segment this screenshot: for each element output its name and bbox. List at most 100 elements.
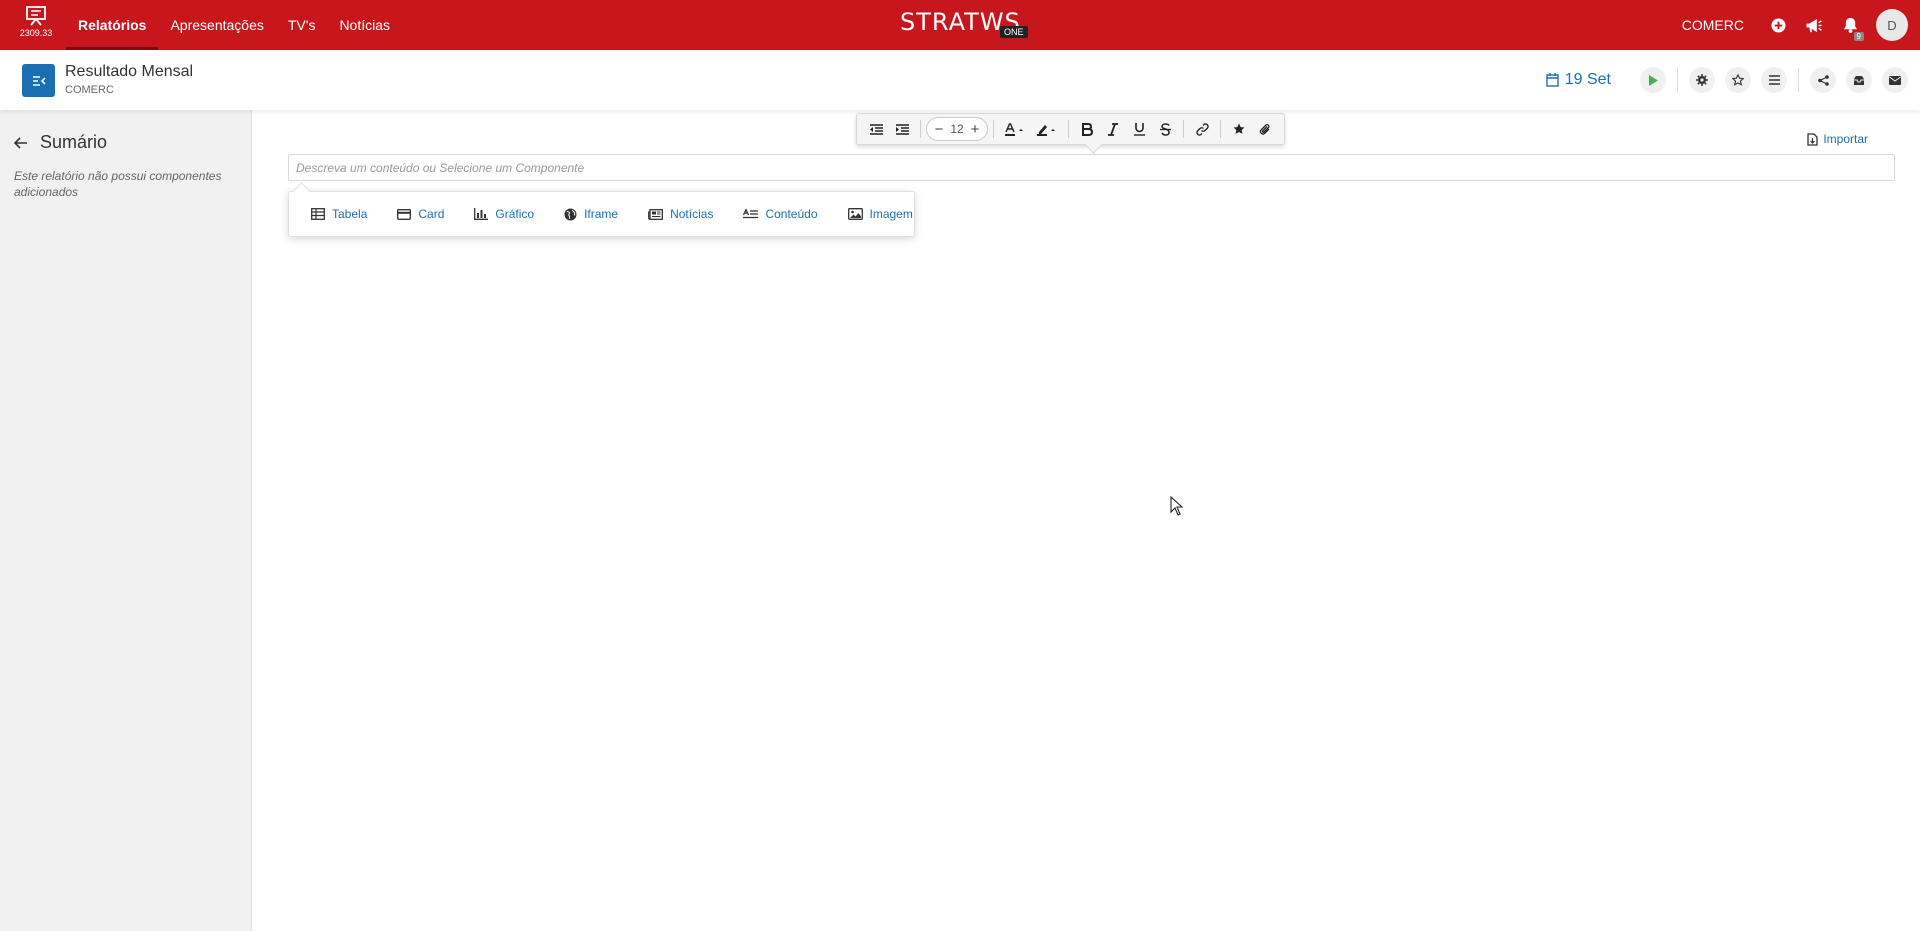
bell-icon[interactable]: 9 <box>1840 15 1864 41</box>
outdent-button[interactable] <box>863 116 889 142</box>
globe-icon <box>564 208 577 220</box>
highlight-color-button[interactable] <box>1031 116 1063 142</box>
chart-icon <box>474 208 489 220</box>
report-date[interactable]: 19 Set <box>1546 71 1611 89</box>
arrow-left-icon <box>14 136 27 149</box>
import-file-icon <box>1807 132 1818 146</box>
settings-button[interactable] <box>1689 67 1715 93</box>
stratws-logo[interactable]: STRATWS ONE <box>900 8 1028 42</box>
content-input[interactable] <box>288 154 1895 181</box>
font-size-stepper: − 12 + <box>926 117 988 141</box>
font-color-button[interactable] <box>999 116 1031 142</box>
notification-count: 9 <box>1853 32 1864 41</box>
report-actions: 19 Set <box>1546 50 1920 110</box>
component-conteudo-button[interactable]: Conteúdo <box>741 207 819 221</box>
megaphone-icon[interactable] <box>1804 15 1824 35</box>
app-version: 2309.33 <box>19 28 53 38</box>
divider <box>1798 68 1799 92</box>
link-icon <box>1195 122 1209 136</box>
divider <box>1183 120 1184 138</box>
strikethrough-button[interactable] <box>1152 116 1178 142</box>
company-name[interactable]: COMERC <box>1682 17 1744 33</box>
inbox-icon <box>1854 75 1864 85</box>
link-button[interactable] <box>1189 116 1215 142</box>
component-imagem-button[interactable]: Imagem <box>846 207 915 221</box>
indent-icon <box>895 123 909 135</box>
component-label: Card <box>418 207 445 221</box>
attachment-button[interactable] <box>1252 116 1278 142</box>
bold-button[interactable] <box>1074 116 1100 142</box>
font-size-value[interactable]: 12 <box>947 122 967 136</box>
main-nav: Relatórios Apresentações TV's Notícias <box>66 0 402 50</box>
component-label: Notícias <box>670 207 714 221</box>
card-icon <box>397 208 412 220</box>
star-icon <box>1233 123 1245 134</box>
divider <box>920 120 921 138</box>
envelope-icon <box>1889 75 1901 85</box>
email-button[interactable] <box>1882 67 1908 93</box>
add-circle-icon[interactable] <box>1768 15 1788 35</box>
component-grafico-button[interactable]: Gráfico <box>472 207 536 221</box>
outdent-icon <box>869 123 883 135</box>
summary-back-button[interactable]: Sumário <box>14 132 107 153</box>
nav-relatorios[interactable]: Relatórios <box>66 0 159 50</box>
logo-badge: ONE <box>1000 26 1028 38</box>
nav-apresentacoes[interactable]: Apresentações <box>158 0 275 50</box>
underline-icon <box>1133 122 1145 136</box>
divider <box>1068 120 1069 138</box>
underline-button[interactable] <box>1126 116 1152 142</box>
paperclip-icon <box>1259 123 1270 135</box>
font-size-decrease-button[interactable]: − <box>931 119 947 139</box>
divider <box>1677 68 1678 92</box>
text-content-icon <box>743 208 759 218</box>
bold-icon <box>1081 122 1093 136</box>
italic-button[interactable] <box>1100 116 1126 142</box>
component-card-button[interactable]: Card <box>395 207 446 221</box>
component-noticias-button[interactable]: Notícias <box>646 207 715 221</box>
text-format-toolbar: − 12 + <box>856 113 1285 145</box>
font-size-increase-button[interactable]: + <box>967 119 983 139</box>
divider <box>1220 120 1221 138</box>
play-button[interactable] <box>1640 67 1666 93</box>
indent-button[interactable] <box>889 116 915 142</box>
hamburger-icon <box>1768 75 1780 85</box>
outline-list-icon <box>32 75 46 86</box>
import-link[interactable]: Importar <box>1807 132 1868 146</box>
avatar[interactable]: D <box>1876 9 1908 41</box>
menu-button[interactable] <box>1761 67 1787 93</box>
component-tabela-button[interactable]: Tabela <box>309 207 369 221</box>
mouse-pointer-icon <box>1170 496 1184 516</box>
gear-icon <box>1696 74 1708 86</box>
share-icon <box>1817 74 1829 86</box>
favorite-button[interactable] <box>1725 67 1751 93</box>
presentation-board-icon <box>26 6 46 26</box>
report-subtitle: COMERC <box>65 84 114 96</box>
component-label: Conteúdo <box>765 207 818 221</box>
component-label: Gráfico <box>495 207 535 221</box>
component-label: Tabela <box>332 207 368 221</box>
nav-noticias[interactable]: Notícias <box>327 0 402 50</box>
share-button[interactable] <box>1810 67 1836 93</box>
table-icon <box>311 208 325 220</box>
highlighter-icon <box>1037 124 1055 136</box>
nav-tvs[interactable]: TV's <box>276 0 328 50</box>
font-color-icon <box>1005 122 1023 136</box>
strikethrough-icon <box>1159 122 1171 136</box>
play-icon <box>1649 74 1658 86</box>
star-button[interactable] <box>1226 116 1252 142</box>
component-selector: Tabela Card Gráfico Iframe Notícias Cont… <box>288 191 915 237</box>
star-outline-icon <box>1732 74 1744 86</box>
import-label: Importar <box>1823 132 1868 146</box>
summary-empty-message: Este relatório não possui componentes ad… <box>14 169 222 199</box>
toggle-sidebar-button[interactable] <box>22 64 55 97</box>
app-menu-button[interactable]: 2309.33 <box>18 6 54 46</box>
component-label: Iframe <box>584 207 619 221</box>
summary-sidebar: Sumário Este relatório não possui compon… <box>0 110 252 931</box>
top-navbar: 2309.33 Relatórios Apresentações TV's No… <box>0 0 1920 50</box>
calendar-icon <box>1546 73 1559 87</box>
newspaper-icon <box>648 208 664 220</box>
report-title: Resultado Mensal <box>65 63 194 80</box>
component-iframe-button[interactable]: Iframe <box>562 207 620 221</box>
inbox-button[interactable] <box>1846 67 1872 93</box>
summary-title: Sumário <box>40 132 108 152</box>
